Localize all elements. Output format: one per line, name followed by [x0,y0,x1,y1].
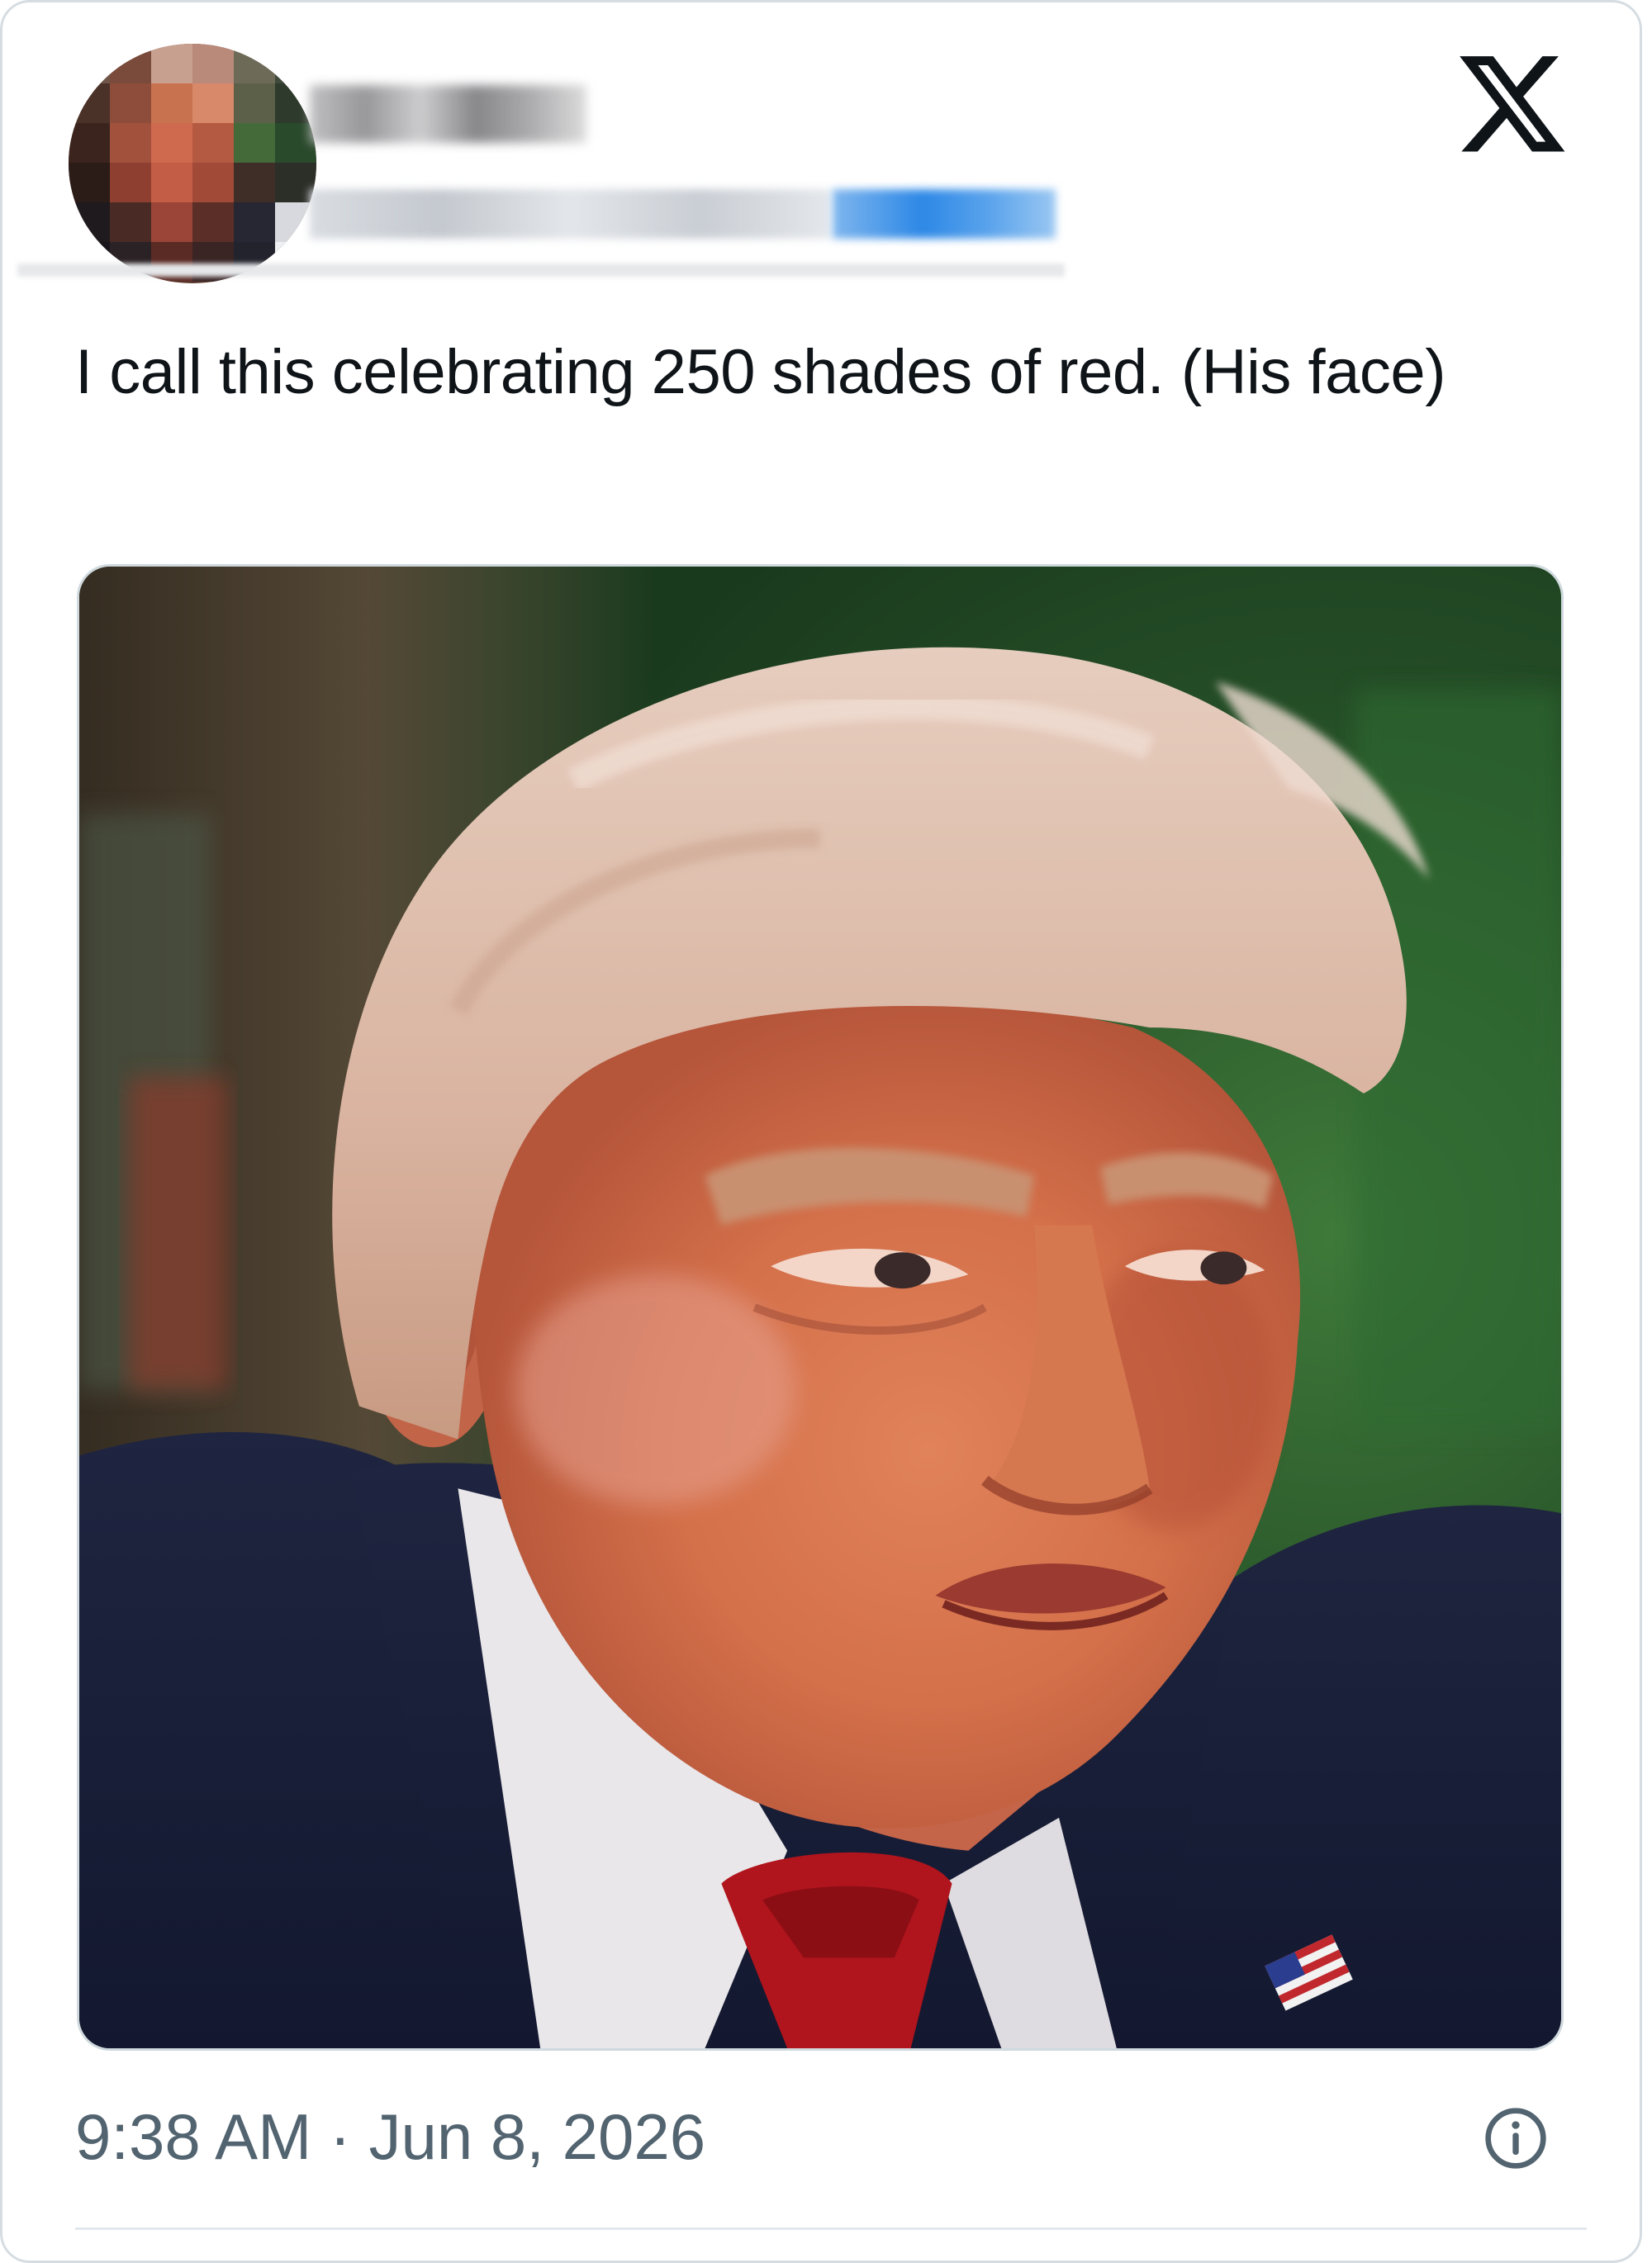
post-text: I call this celebrating 250 shades of re… [75,337,1446,407]
post-header [2,2,1640,300]
x-logo-icon[interactable] [1458,54,1565,153]
footer-divider [75,2227,1587,2230]
post-photo[interactable] [77,564,1564,2051]
post-timestamp[interactable]: 9:38 AM · Jun 8, 2026 [75,2095,705,2178]
header-divider [17,263,1065,277]
post-card: I call this celebrating 250 shades of re… [0,0,1642,2263]
info-icon[interactable] [1483,2105,1549,2171]
author-avatar[interactable] [69,44,316,283]
author-name-redacted[interactable] [310,85,586,143]
follow-link-redacted[interactable] [833,189,1056,239]
author-handle-redacted[interactable] [310,189,830,239]
